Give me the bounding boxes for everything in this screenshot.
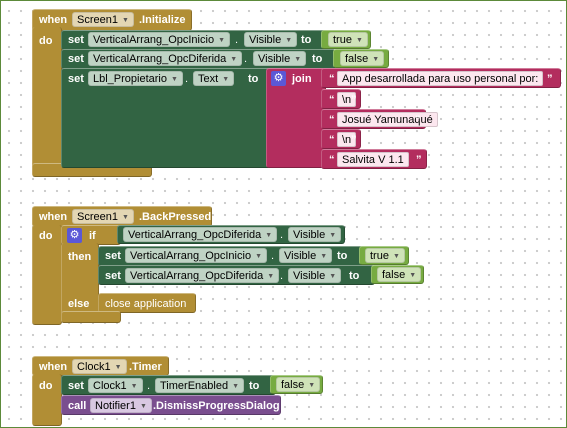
property-dropdown[interactable]: Visible ▼ — [244, 32, 298, 47]
dropdown-arrow-icon: ▼ — [372, 56, 380, 63]
dropdown-arrow-icon: ▼ — [255, 253, 262, 260]
dropdown-arrow-icon: ▼ — [329, 273, 337, 280]
open-quote: “ — [329, 134, 335, 146]
dropdown-arrow-icon: ▼ — [267, 273, 275, 280]
event-component-dropdown[interactable]: Screen1 ▼ — [72, 209, 134, 224]
text-value[interactable]: App desarrollada para uso personal por: — [337, 71, 544, 86]
dropdown-arrow-icon: ▼ — [308, 382, 316, 389]
dropdown-arrow-icon: ▼ — [232, 383, 240, 390]
dropdown-arrow-icon: ▼ — [320, 253, 328, 260]
boolean-dropdown[interactable]: true ▼ — [328, 32, 368, 47]
dot-label: . — [280, 270, 284, 282]
dot-label: . — [271, 250, 275, 262]
property-dropdown[interactable]: TimerEnabled ▼ — [155, 378, 245, 393]
gear-icon[interactable]: ⚙ — [67, 228, 82, 243]
dropdown-arrow-icon: ▼ — [121, 214, 129, 221]
event-component-dropdown[interactable]: Screen1 ▼ — [72, 12, 134, 27]
event-name: .Timer — [129, 361, 162, 373]
to-label: to — [337, 250, 348, 262]
open-quote: “ — [329, 73, 335, 85]
to-label: to — [349, 270, 360, 282]
dot-label: . — [147, 380, 151, 392]
gear-icon[interactable]: ⚙ — [271, 71, 286, 86]
when-label: when — [39, 361, 68, 373]
open-quote: “ — [329, 94, 335, 106]
event-component-dropdown[interactable]: Clock1 ▼ — [72, 359, 127, 374]
boolean-dropdown[interactable]: true ▼ — [365, 248, 405, 263]
initialize-do-bar — [32, 27, 62, 167]
join-label: join — [292, 73, 312, 85]
dropdown-arrow-icon: ▼ — [218, 37, 225, 44]
dot-label: . — [244, 53, 248, 65]
close-quote: ” — [415, 114, 421, 126]
property-dropdown[interactable]: Text ▼ — [193, 71, 235, 86]
do-label: do — [39, 380, 53, 392]
when-label: when — [39, 211, 68, 223]
dropdown-arrow-icon: ▼ — [139, 403, 147, 410]
dropdown-arrow-icon: ▼ — [409, 272, 417, 279]
event-name: .Initialize — [139, 14, 186, 26]
set-label: set — [68, 73, 84, 85]
property-dropdown[interactable]: Visible ▼ — [253, 51, 307, 66]
to-label: to — [248, 73, 259, 85]
close-quote: ” — [351, 134, 357, 146]
component-dropdown[interactable]: VerticalArrang_OpcInicio ▼ — [88, 32, 230, 47]
to-label: to — [301, 34, 312, 46]
do-label: do — [39, 35, 53, 47]
dot-label: . — [235, 34, 239, 46]
else-label: else — [68, 298, 90, 310]
do-label: do — [39, 230, 53, 242]
method-name: .DismissProgressDialog — [153, 400, 280, 412]
component-dropdown[interactable]: VerticalArrang_OpcDiferida ▼ — [125, 268, 280, 283]
text-value[interactable]: Josué Yamunaqué — [337, 112, 438, 127]
close-quote: ” — [547, 73, 553, 85]
call-label: call — [68, 400, 87, 412]
close-application-label: close application — [105, 298, 187, 310]
dropdown-arrow-icon: ▼ — [114, 364, 122, 371]
to-label: to — [312, 53, 323, 65]
boolean-dropdown[interactable]: false ▼ — [340, 51, 385, 66]
close-quote: ” — [416, 154, 422, 166]
when-label: when — [39, 14, 68, 26]
property-dropdown[interactable]: Visible ▼ — [288, 227, 342, 242]
open-quote: “ — [329, 114, 335, 126]
dropdown-arrow-icon: ▼ — [329, 232, 337, 239]
to-label: to — [249, 380, 260, 392]
dropdown-arrow-icon: ▼ — [392, 253, 400, 260]
if-else-footer — [61, 311, 121, 323]
component-dropdown[interactable]: VerticalArrang_OpcDiferida ▼ — [88, 51, 243, 66]
dropdown-arrow-icon: ▼ — [285, 37, 293, 44]
dropdown-arrow-icon: ▼ — [230, 56, 238, 63]
component-dropdown[interactable]: Clock1 ▼ — [88, 378, 143, 393]
set-label: set — [105, 270, 121, 282]
component-dropdown[interactable]: VerticalArrang_OpcDiferida ▼ — [123, 227, 278, 242]
dropdown-arrow-icon: ▼ — [294, 56, 302, 63]
set-label: set — [68, 34, 84, 46]
blocks-workspace[interactable]: { "keywords": { "when": "when", "do": "d… — [0, 0, 567, 428]
component-dropdown[interactable]: Lbl_Propietario ▼ — [88, 71, 183, 86]
dropdown-arrow-icon: ▼ — [355, 37, 363, 44]
set-label: set — [105, 250, 121, 262]
event-name: .BackPressed — [139, 211, 212, 223]
open-quote: “ — [329, 154, 335, 166]
boolean-dropdown[interactable]: false ▼ — [276, 377, 321, 392]
property-dropdown[interactable]: Visible ▼ — [288, 268, 342, 283]
text-value[interactable]: Salvita V 1.1 — [337, 152, 409, 167]
dot-label: . — [280, 229, 284, 241]
dropdown-arrow-icon: ▼ — [222, 76, 230, 83]
component-dropdown[interactable]: Notifier1 ▼ — [90, 398, 152, 413]
set-label: set — [68, 380, 84, 392]
dropdown-arrow-icon: ▼ — [171, 76, 178, 83]
dot-label: . — [185, 73, 189, 85]
dropdown-arrow-icon: ▼ — [130, 383, 138, 390]
close-quote: ” — [351, 94, 357, 106]
if-label: if — [89, 230, 96, 242]
then-label: then — [68, 251, 92, 263]
component-dropdown[interactable]: VerticalArrang_OpcInicio ▼ — [125, 248, 267, 263]
dropdown-arrow-icon: ▼ — [265, 232, 273, 239]
property-dropdown[interactable]: Visible ▼ — [279, 248, 333, 263]
boolean-dropdown[interactable]: false ▼ — [377, 267, 422, 282]
dropdown-arrow-icon: ▼ — [121, 17, 129, 24]
set-label: set — [68, 53, 84, 65]
